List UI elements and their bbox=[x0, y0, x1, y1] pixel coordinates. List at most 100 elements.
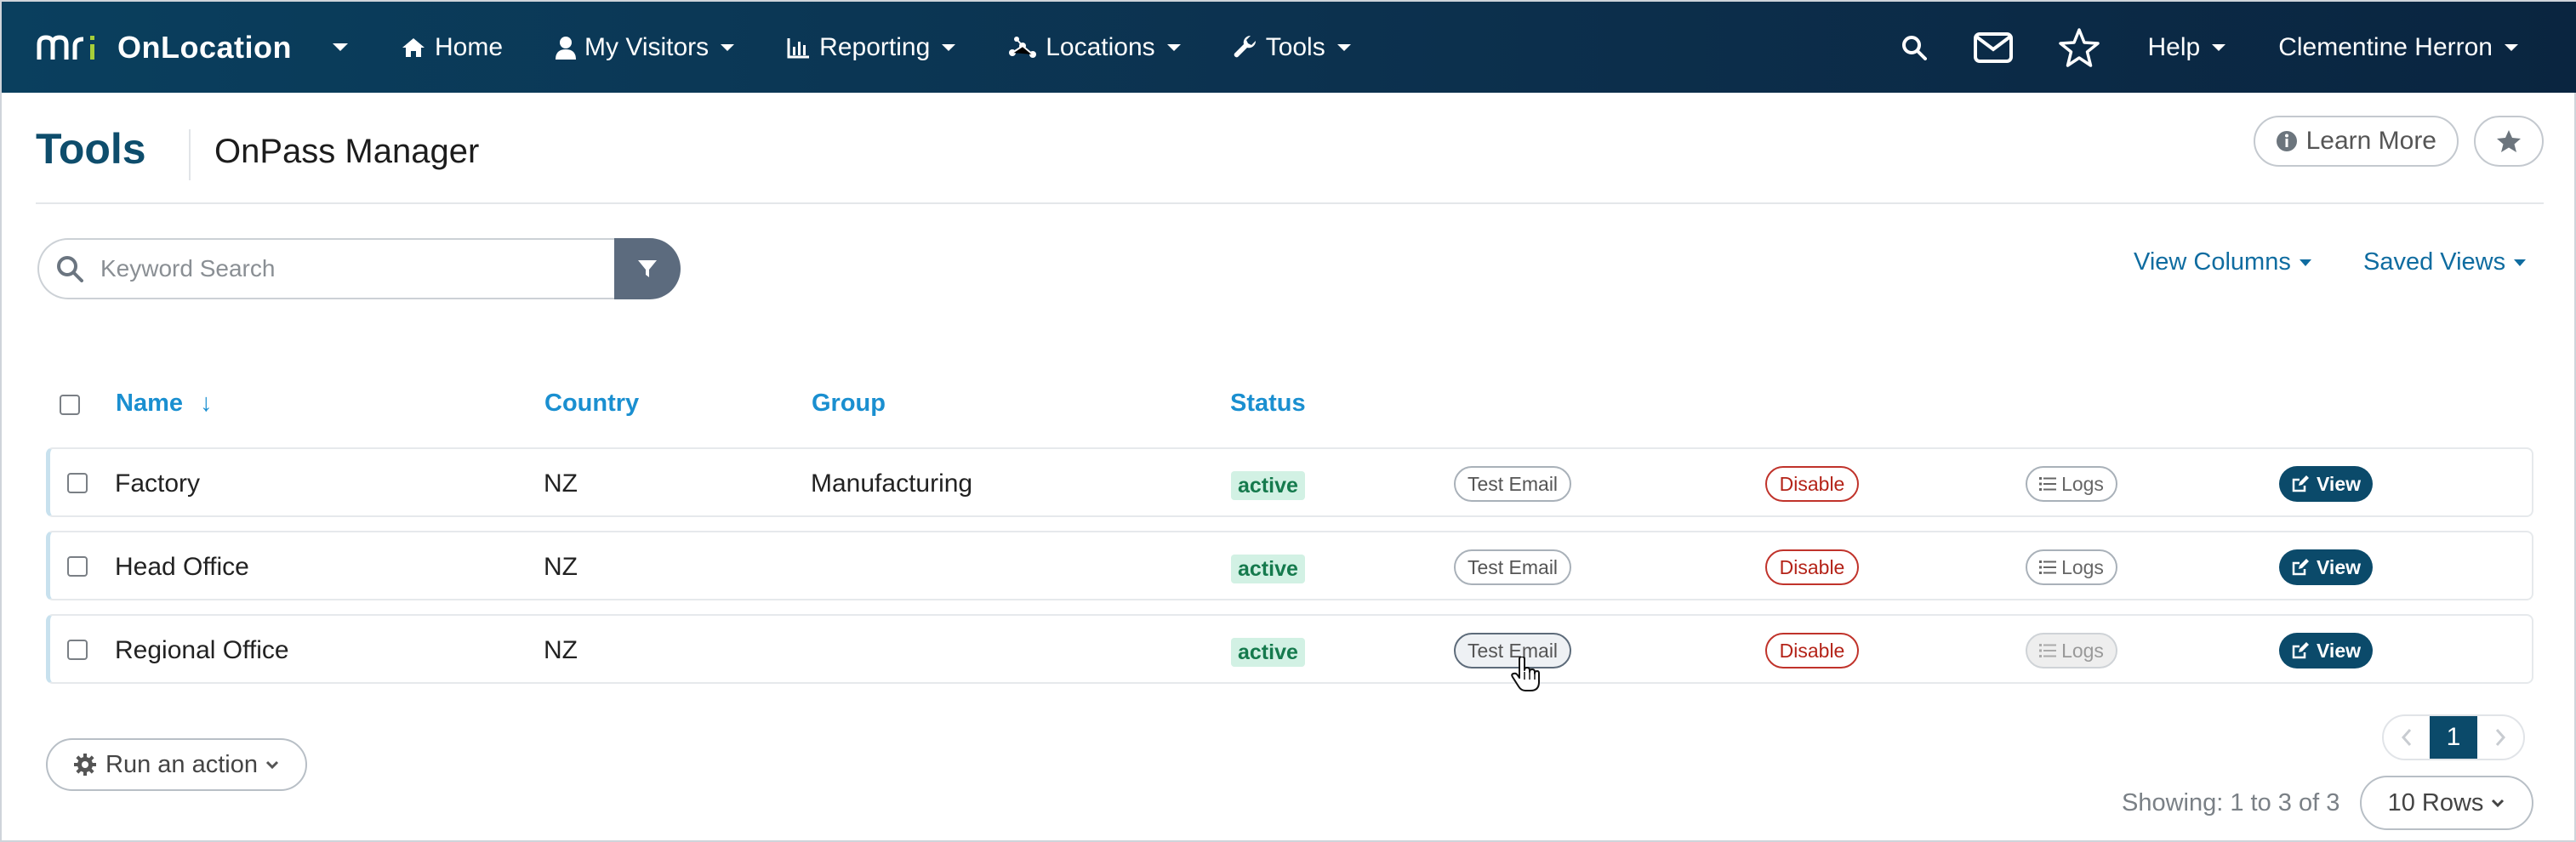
disable-button[interactable]: Disable bbox=[1765, 633, 1859, 668]
nav-locations[interactable]: Locations bbox=[1008, 2, 1181, 93]
help-menu[interactable]: Help bbox=[2148, 33, 2226, 62]
sort-arrow-icon: ↓ bbox=[200, 390, 213, 417]
chevron-down-icon bbox=[2514, 259, 2527, 266]
nav-my-visitors[interactable]: My Visitors bbox=[556, 2, 735, 93]
nav-reporting-label: Reporting bbox=[819, 32, 931, 61]
view-button[interactable]: View bbox=[2279, 633, 2373, 668]
keyword-search-input[interactable] bbox=[100, 255, 577, 282]
row-checkbox[interactable] bbox=[67, 640, 88, 660]
help-label: Help bbox=[2147, 32, 2201, 61]
favorite-button[interactable] bbox=[2474, 116, 2544, 167]
logs-button[interactable]: Logs bbox=[2026, 466, 2117, 502]
search-icon[interactable] bbox=[1901, 35, 1927, 60]
test-email-button[interactable]: Test Email bbox=[1454, 466, 1571, 502]
edit-icon bbox=[2291, 641, 2310, 660]
logs-label: Logs bbox=[2061, 555, 2104, 578]
page-subtitle: OnPass Manager bbox=[214, 133, 480, 170]
nav-my-visitors-label: My Visitors bbox=[584, 32, 710, 61]
row-name: Head Office bbox=[115, 553, 249, 581]
test-email-button[interactable]: Test Email bbox=[1454, 549, 1571, 585]
nav-locations-label: Locations bbox=[1046, 32, 1155, 61]
chevron-down-icon bbox=[2505, 43, 2518, 51]
saved-views-label: Saved Views bbox=[2363, 248, 2506, 276]
list-icon bbox=[2039, 643, 2057, 658]
chevron-down-icon bbox=[265, 759, 280, 771]
table-header: Name ↓ Country Group Status bbox=[36, 383, 2545, 425]
nav-tools[interactable]: Tools bbox=[1234, 2, 1351, 93]
logs-label: Logs bbox=[2061, 639, 2104, 662]
network-icon bbox=[1008, 36, 1037, 60]
logs-button[interactable]: Logs bbox=[2026, 633, 2117, 668]
row-checkbox[interactable] bbox=[67, 473, 88, 493]
chevron-down-icon bbox=[2299, 259, 2311, 266]
info-icon bbox=[2276, 130, 2298, 152]
search-box bbox=[37, 238, 615, 299]
chevron-down-icon bbox=[1166, 43, 1181, 51]
disable-button[interactable]: Disable bbox=[1765, 466, 1859, 502]
previous-page-icon[interactable] bbox=[2384, 716, 2430, 759]
view-label: View bbox=[2317, 639, 2361, 662]
page-button-current[interactable]: 1 bbox=[2430, 716, 2477, 759]
column-header-group[interactable]: Group bbox=[812, 390, 886, 418]
logs-label: Logs bbox=[2061, 472, 2104, 495]
learn-more-label: Learn More bbox=[2305, 127, 2436, 155]
filter-button[interactable] bbox=[614, 238, 681, 299]
saved-views-dropdown[interactable]: Saved Views bbox=[2363, 248, 2527, 276]
table-row[interactable]: Regional Office NZ active Test Email Dis… bbox=[46, 614, 2533, 684]
star-icon bbox=[2496, 129, 2522, 153]
view-label: View bbox=[2317, 555, 2361, 578]
brand[interactable]: OnLocation bbox=[36, 2, 348, 93]
brand-name: OnLocation bbox=[117, 29, 292, 65]
rows-per-page-select[interactable]: 10 Rows bbox=[2360, 776, 2533, 830]
nav-home[interactable]: Home bbox=[401, 2, 503, 93]
title-divider bbox=[189, 129, 191, 180]
view-columns-label: View Columns bbox=[2134, 248, 2291, 276]
next-page-icon[interactable] bbox=[2477, 716, 2523, 759]
search-icon bbox=[56, 255, 83, 282]
disable-button[interactable]: Disable bbox=[1765, 549, 1859, 585]
view-label: View bbox=[2317, 472, 2361, 495]
filter-icon bbox=[637, 259, 658, 279]
page-header: Tools OnPass Manager Learn More bbox=[36, 112, 2544, 204]
search-group bbox=[37, 238, 681, 299]
list-icon bbox=[2039, 560, 2057, 575]
gear-icon bbox=[73, 753, 97, 777]
column-header-status[interactable]: Status bbox=[1230, 390, 1306, 418]
learn-more-button[interactable]: Learn More bbox=[2253, 116, 2459, 167]
column-header-country[interactable]: Country bbox=[544, 390, 639, 418]
row-name: Regional Office bbox=[115, 636, 289, 664]
logs-button[interactable]: Logs bbox=[2026, 549, 2117, 585]
column-header-name[interactable]: Name ↓ bbox=[116, 390, 213, 418]
view-button[interactable]: View bbox=[2279, 466, 2373, 502]
chevron-down-icon bbox=[721, 43, 735, 51]
status-badge: active bbox=[1231, 471, 1305, 500]
row-country: NZ bbox=[544, 469, 578, 498]
view-button[interactable]: View bbox=[2279, 549, 2373, 585]
row-country: NZ bbox=[544, 636, 578, 664]
run-action-dropdown[interactable]: Run an action bbox=[46, 738, 307, 791]
star-icon[interactable] bbox=[2058, 27, 2100, 68]
user-icon bbox=[556, 36, 577, 60]
run-action-label: Run an action bbox=[105, 750, 258, 778]
showing-count: Showing: 1 to 3 of 3 bbox=[2122, 789, 2340, 816]
rows-per-page-value: 10 Rows bbox=[2387, 788, 2484, 816]
row-checkbox[interactable] bbox=[67, 556, 88, 577]
edit-icon bbox=[2291, 558, 2310, 577]
nav-reporting[interactable]: Reporting bbox=[787, 2, 956, 93]
row-country: NZ bbox=[544, 553, 578, 581]
chevron-down-icon bbox=[2212, 43, 2226, 51]
brand-dropdown-caret-icon[interactable] bbox=[333, 43, 348, 51]
list-icon bbox=[2039, 476, 2057, 492]
chevron-down-icon bbox=[2490, 797, 2505, 809]
view-columns-dropdown[interactable]: View Columns bbox=[2134, 248, 2311, 276]
top-navbar: OnLocation Home My Visitors Reporting Lo… bbox=[2, 2, 2576, 93]
select-all-checkbox[interactable] bbox=[60, 395, 80, 415]
row-group: Manufacturing bbox=[811, 469, 973, 498]
user-name: Clementine Herron bbox=[2278, 32, 2493, 61]
table-row[interactable]: Head Office NZ active Test Email Disable… bbox=[46, 531, 2533, 600]
mail-icon[interactable] bbox=[1973, 31, 2014, 64]
nav-tools-label: Tools bbox=[1265, 32, 1325, 61]
table-row[interactable]: Factory NZ Manufacturing active Test Ema… bbox=[46, 447, 2533, 517]
status-badge: active bbox=[1231, 555, 1305, 583]
user-menu[interactable]: Clementine Herron bbox=[2278, 33, 2518, 62]
